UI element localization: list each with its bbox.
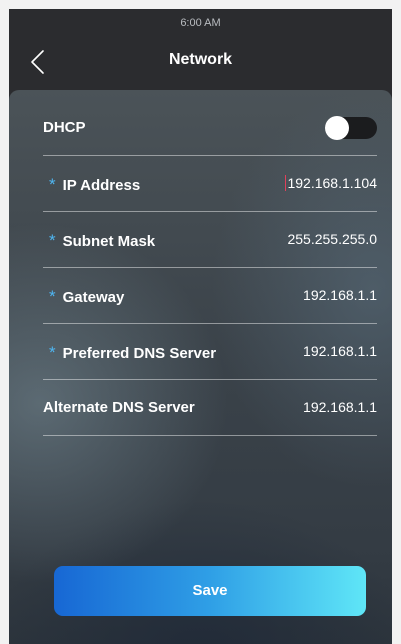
- required-star-icon: *: [49, 175, 56, 194]
- dhcp-label: DHCP: [43, 119, 86, 136]
- subnet-mask-field[interactable]: 255.255.255.0: [287, 231, 377, 247]
- required-star-icon: *: [49, 343, 56, 362]
- gateway-label-text: Gateway: [62, 289, 125, 306]
- subnet-mask-label: * Subnet Mask: [43, 231, 155, 251]
- subnet-mask-row[interactable]: * Subnet Mask 255.255.255.0: [43, 212, 377, 268]
- preferred-dns-label: * Preferred DNS Server: [43, 343, 216, 363]
- ip-address-row[interactable]: * IP Address 192.168.1.104: [43, 156, 377, 212]
- dhcp-row: DHCP: [43, 100, 377, 156]
- gateway-field[interactable]: 192.168.1.1: [303, 287, 377, 303]
- required-star-icon: *: [49, 231, 56, 250]
- dhcp-toggle[interactable]: [325, 116, 377, 140]
- alternate-dns-field[interactable]: 192.168.1.1: [303, 399, 377, 415]
- alternate-dns-label: Alternate DNS Server: [43, 399, 195, 416]
- status-bar: 6:00 AM: [9, 9, 392, 37]
- gateway-label: * Gateway: [43, 287, 124, 307]
- nav-bar: Network: [9, 37, 392, 93]
- subnet-mask-label-text: Subnet Mask: [62, 233, 156, 250]
- page-title: Network: [168, 51, 233, 68]
- preferred-dns-label-text: Preferred DNS Server: [62, 345, 217, 362]
- required-star-icon: *: [49, 287, 56, 306]
- network-settings-panel: DHCP * IP Address 192.168.1.104 * Subnet M…: [9, 90, 392, 644]
- dhcp-label-text: DHCP: [43, 119, 86, 136]
- alternate-dns-row[interactable]: Alternate DNS Server 192.168.1.1: [43, 380, 377, 436]
- ip-address-value: 192.168.1.104: [287, 175, 377, 191]
- ip-address-field[interactable]: 192.168.1.104: [285, 175, 377, 191]
- device-screen: 6:00 AM Network DHCP * IP Address 192.168…: [9, 9, 392, 644]
- preferred-dns-row[interactable]: * Preferred DNS Server 192.168.1.1: [43, 324, 377, 380]
- save-button[interactable]: Save: [54, 566, 366, 616]
- preferred-dns-field[interactable]: 192.168.1.1: [303, 343, 377, 359]
- toggle-knob: [325, 116, 349, 140]
- status-time: 6:00 AM: [180, 17, 221, 29]
- gateway-row[interactable]: * Gateway 192.168.1.1: [43, 268, 377, 324]
- ip-address-label: * IP Address: [43, 175, 140, 195]
- ip-address-label-text: IP Address: [62, 177, 141, 194]
